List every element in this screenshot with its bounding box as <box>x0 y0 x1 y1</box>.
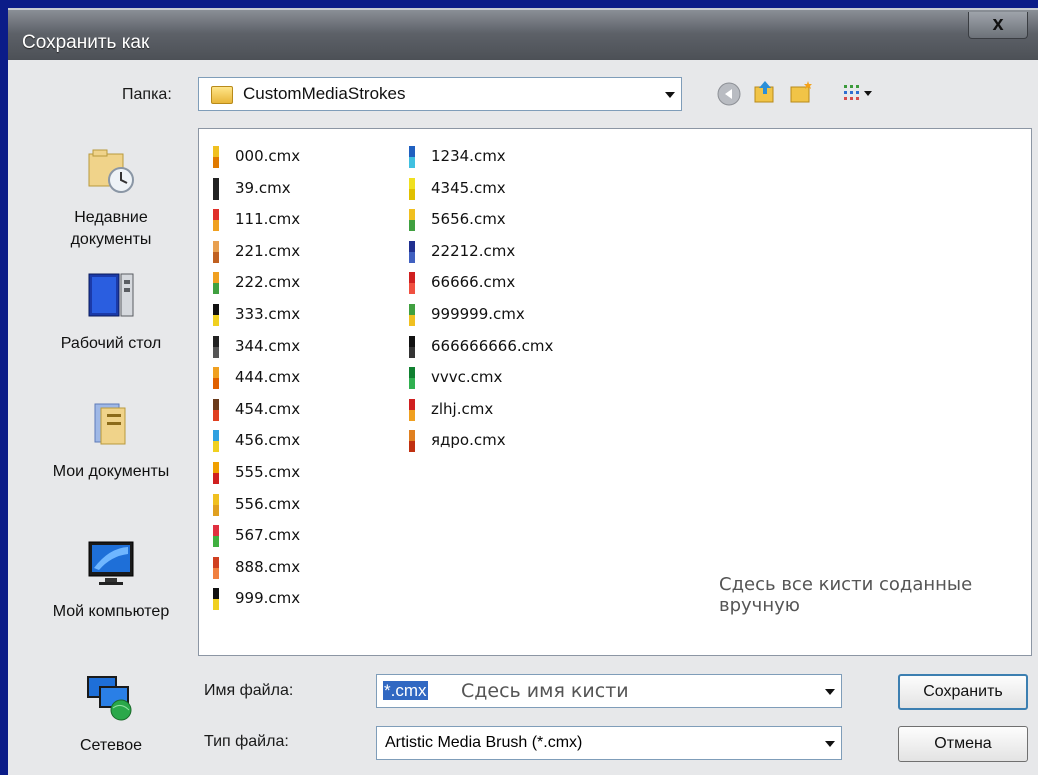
file-name: 344.cmx <box>235 336 301 355</box>
place-label: Мои документы <box>52 463 170 480</box>
my-documents-icon <box>94 403 126 445</box>
file-name: 22212.cmx <box>431 241 516 260</box>
place-desktop[interactable]: Рабочий стол <box>32 272 190 355</box>
brush-stroke-icon <box>409 335 415 358</box>
window-title: Сохранить как <box>22 32 150 53</box>
file-name: 333.cmx <box>235 305 301 323</box>
file-name: 666666666.cmx <box>431 336 554 355</box>
place-label: Мой компьютер <box>52 603 170 620</box>
brush-stroke-icon <box>213 430 219 453</box>
brush-stroke-icon <box>409 367 415 390</box>
filetype-value: Artistic Media Brush (*.cmx) <box>385 734 583 751</box>
brush-stroke-icon <box>213 304 219 326</box>
close-button[interactable]: x <box>968 12 1028 39</box>
file-name: 1234.cmx <box>431 147 506 165</box>
brush-stroke-icon <box>213 209 219 232</box>
file-name: 456.cmx <box>235 431 301 450</box>
folder-icon <box>211 86 233 104</box>
brush-stroke-icon <box>213 462 219 484</box>
filetype-label: Тип файла: <box>204 733 289 750</box>
brush-stroke-icon <box>213 398 219 421</box>
title-bar[interactable]: Сохранить как x <box>8 8 1038 62</box>
chevron-down-icon[interactable] <box>665 92 675 98</box>
place-my-computer[interactable]: Мой компьютер <box>32 540 190 623</box>
brush-stroke-icon <box>409 240 415 263</box>
file-name: 5656.cmx <box>431 210 506 229</box>
place-label: Недавние документы <box>70 209 152 248</box>
window-frame: Сохранить как x Папка: CustomMediaStroke… <box>0 0 1038 775</box>
brush-stroke-icon <box>409 430 415 453</box>
file-name: 221.cmx <box>235 241 301 260</box>
file-name: 999.cmx <box>235 589 301 608</box>
cancel-button[interactable]: Отмена <box>898 726 1028 762</box>
new-folder-icon[interactable] <box>788 79 814 105</box>
view-menu-icon[interactable] <box>842 81 876 107</box>
file-name: 4345.cmx <box>431 178 506 197</box>
brush-stroke-icon <box>213 272 219 295</box>
folder-dropdown-value: CustomMediaStrokes <box>243 84 406 103</box>
place-label: Рабочий стол <box>60 335 162 352</box>
desktop-icon <box>88 273 134 317</box>
brush-stroke-icon <box>213 525 219 548</box>
save-button[interactable]: Сохранить <box>898 674 1028 710</box>
file-name: 000.cmx <box>235 147 301 165</box>
file-name: 222.cmx <box>235 273 301 292</box>
file-name: 444.cmx <box>235 368 301 387</box>
brush-stroke-icon <box>213 588 219 611</box>
brush-stroke-icon <box>409 209 415 232</box>
file-name: 999999.cmx <box>431 305 525 323</box>
file-name: 111.cmx <box>235 210 301 229</box>
folder-label: Папка: <box>122 86 172 103</box>
brush-stroke-icon <box>213 146 219 168</box>
recent-documents-icon <box>88 149 134 193</box>
place-network[interactable]: Сетевое <box>32 674 190 757</box>
dialog-body: Папка: CustomMediaStrokes Недавние докум… <box>8 60 1038 775</box>
my-computer-icon <box>88 541 134 585</box>
filename-label: Имя файла: <box>204 682 294 699</box>
brush-stroke-icon <box>213 240 219 263</box>
place-recent-documents[interactable]: Недавние документы <box>32 146 190 251</box>
brush-stroke-icon <box>213 556 219 579</box>
filename-input[interactable]: *.cmx Сдесь имя кисти <box>376 674 842 708</box>
file-name: 556.cmx <box>235 494 301 513</box>
filename-selected-text: *.cmx <box>383 681 428 700</box>
folder-dropdown[interactable]: CustomMediaStrokes <box>198 77 682 111</box>
filename-hint: Сдесь имя кисти <box>461 680 629 702</box>
filename-value[interactable]: *.cmx <box>383 681 428 701</box>
back-icon[interactable] <box>716 81 742 107</box>
brush-stroke-icon <box>409 398 415 421</box>
file-name: 39.cmx <box>235 178 291 197</box>
brush-stroke-icon <box>213 335 219 358</box>
file-name: vvvc.cmx <box>431 368 503 387</box>
place-my-documents[interactable]: Мои документы <box>32 400 190 483</box>
file-name: 567.cmx <box>235 526 301 545</box>
chevron-down-icon[interactable] <box>825 741 835 747</box>
places-bar: Недавние документы Рабочий стол Мои доку… <box>32 128 190 775</box>
file-name: ядро.cmx <box>431 431 506 450</box>
network-icon <box>87 676 132 721</box>
brush-stroke-icon <box>409 272 415 295</box>
brush-stroke-icon <box>213 493 219 516</box>
chevron-down-icon[interactable] <box>825 689 835 695</box>
place-label: Сетевое <box>79 737 143 754</box>
brush-stroke-icon <box>213 177 219 200</box>
file-name: 555.cmx <box>235 463 301 481</box>
up-folder-icon[interactable] <box>752 79 778 105</box>
file-list[interactable]: Сдесь все кисти соданные вручную 000.cmx… <box>198 128 1032 656</box>
brush-stroke-icon <box>409 146 415 168</box>
file-name: 888.cmx <box>235 557 301 576</box>
brush-stroke-icon <box>213 367 219 390</box>
file-name: 66666.cmx <box>431 273 516 292</box>
file-name: 454.cmx <box>235 399 301 418</box>
filetype-dropdown[interactable]: Artistic Media Brush (*.cmx) <box>376 726 842 760</box>
brush-stroke-icon <box>409 177 415 200</box>
annotation-text: Сдесь все кисти соданные вручную <box>719 574 973 616</box>
brush-stroke-icon <box>409 304 415 326</box>
file-name: zlhj.cmx <box>431 399 494 418</box>
